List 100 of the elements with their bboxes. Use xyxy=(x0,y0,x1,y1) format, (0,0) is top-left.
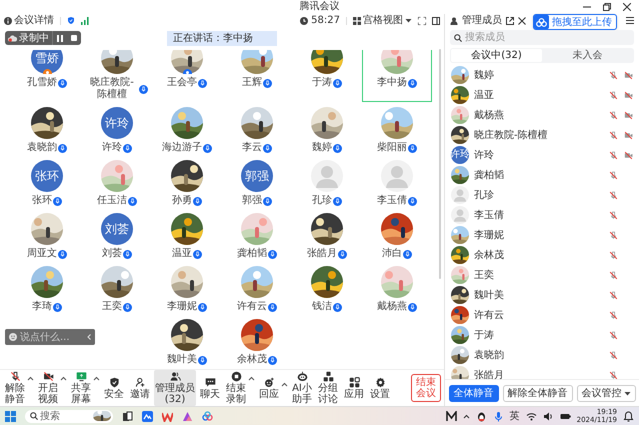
start-icon[interactable] xyxy=(5,410,16,422)
mic-muted-icon[interactable] xyxy=(609,70,618,80)
toolbar-button[interactable]: 解除静音 xyxy=(3,370,27,406)
view-dropdown[interactable]: 宫格视图 xyxy=(353,14,412,27)
member-row[interactable]: 余林茂 xyxy=(445,245,639,265)
mic-muted-icon[interactable] xyxy=(609,270,618,280)
mic-muted-icon[interactable] xyxy=(609,330,618,340)
mic-muted-icon[interactable] xyxy=(609,190,618,200)
toolbar-button[interactable]: 邀请 xyxy=(128,376,152,400)
toolbar-button[interactable]: 结束录制 xyxy=(224,370,248,406)
participant-tile[interactable]: 孙勇 xyxy=(152,160,222,208)
member-row[interactable]: 温亚 xyxy=(445,85,639,105)
participant-tile[interactable]: 钱洁 xyxy=(292,266,362,314)
microphone-icon[interactable] xyxy=(492,410,504,422)
popout-icon[interactable] xyxy=(506,16,514,24)
meeting-app-icon[interactable] xyxy=(142,410,153,422)
member-row[interactable]: 戴杨燕 xyxy=(445,105,639,125)
task-view-icon[interactable] xyxy=(122,410,133,422)
mic-muted-icon[interactable] xyxy=(609,210,618,220)
member-row[interactable]: 袁晓韵 xyxy=(445,345,639,365)
participant-tile[interactable]: 张环 张环 xyxy=(12,160,82,208)
toolbar-button[interactable]: 应用 xyxy=(342,376,366,400)
upload-hint-popup[interactable]: 拖拽至此上传 xyxy=(533,14,617,30)
meeting-control-dropdown[interactable]: 会议管控 xyxy=(576,384,636,402)
participant-tile[interactable]: 魏叶美 xyxy=(152,319,222,367)
camera-off-icon[interactable] xyxy=(624,70,633,80)
participant-tile[interactable]: 王会亭 xyxy=(152,50,222,102)
mic-muted-icon[interactable] xyxy=(609,310,618,320)
mic-muted-icon[interactable] xyxy=(609,130,618,140)
participant-tile[interactable]: 王奕 xyxy=(82,266,152,314)
participant-tile[interactable]: 李玉倩 xyxy=(362,160,432,208)
notification-icon[interactable] xyxy=(623,410,634,422)
participant-tile[interactable]: 温亚 xyxy=(152,213,222,261)
caret-icon[interactable] xyxy=(93,376,100,381)
toolbar-button[interactable]: 管理成员(32) xyxy=(154,370,196,406)
chat-input-field[interactable]: 说点什么... xyxy=(5,329,95,345)
collapse-icon[interactable] xyxy=(87,334,91,340)
member-row[interactable]: 魏婷 xyxy=(445,65,639,85)
wps-icon[interactable] xyxy=(162,410,173,422)
toolbar-button[interactable]: 共享屏幕 xyxy=(69,370,93,406)
member-row[interactable]: 王奕 xyxy=(445,265,639,285)
close-icon[interactable] xyxy=(623,3,631,11)
member-row[interactable]: 于涛 xyxy=(445,325,639,345)
participant-tile[interactable]: 李琦 xyxy=(12,266,82,314)
cloud-app-icon[interactable] xyxy=(202,410,213,422)
mute-all-button[interactable]: 全体静音 xyxy=(448,384,498,402)
toolbar-button[interactable]: 分组讨论 xyxy=(316,370,340,406)
wifi-icon[interactable] xyxy=(526,410,537,422)
toolbar-button[interactable]: 聊天 xyxy=(198,376,222,400)
menu-icon[interactable] xyxy=(626,17,634,24)
participant-tile[interactable]: 任玉洁 xyxy=(82,160,152,208)
search-field[interactable]: 搜索成员 xyxy=(450,30,634,45)
camera-off-icon[interactable] xyxy=(624,130,633,140)
tab[interactable]: 未入会 xyxy=(542,49,633,62)
participant-tile[interactable]: 孔珍 xyxy=(292,160,362,208)
mic-muted-icon[interactable] xyxy=(609,230,618,240)
participant-tile[interactable]: 海边游子 xyxy=(152,107,222,155)
participant-tile[interactable]: 王辉 xyxy=(222,50,292,102)
scrollbar[interactable] xyxy=(439,49,441,279)
participant-tile[interactable]: 沛白 xyxy=(362,213,432,261)
mic-muted-icon[interactable] xyxy=(609,150,618,160)
m-app-icon[interactable] xyxy=(446,410,457,422)
mic-muted-icon[interactable] xyxy=(609,90,618,100)
participant-tile[interactable]: 周亚文 xyxy=(12,213,82,261)
end-meeting-button[interactable]: 结束会议 xyxy=(411,374,441,402)
participant-tile[interactable]: 晓庄教院-陈檀檀 xyxy=(82,50,152,102)
member-row[interactable]: 张皓月 xyxy=(445,365,639,379)
restore-icon[interactable] xyxy=(603,3,611,11)
mic-muted-icon[interactable] xyxy=(609,110,618,120)
participant-tile[interactable]: 袁晓韵 xyxy=(12,107,82,155)
camera-off-icon[interactable] xyxy=(624,110,633,120)
participant-tile[interactable]: 龚柏韬 xyxy=(222,213,292,261)
participant-tile[interactable]: 于涛 xyxy=(292,50,362,102)
member-row[interactable]: 孔珍 xyxy=(445,185,639,205)
member-row[interactable]: 李珊妮 xyxy=(445,225,639,245)
caret-icon[interactable] xyxy=(462,414,470,418)
participant-tile[interactable]: 刘荟 刘荟 xyxy=(82,213,152,261)
toolbar-button[interactable]: AI小助手 xyxy=(290,370,314,406)
member-row[interactable]: 许有云 xyxy=(445,305,639,325)
camera-off-icon[interactable] xyxy=(624,90,633,100)
participant-tile[interactable]: 李珊妮 xyxy=(152,266,222,314)
unmute-all-button[interactable]: 解除全体静音 xyxy=(502,384,572,402)
member-row[interactable]: 晓庄教院-陈檀檀 xyxy=(445,125,639,145)
member-row[interactable]: 魏叶美 xyxy=(445,285,639,305)
participant-tile[interactable]: 许有云 xyxy=(222,266,292,314)
toolbar-button[interactable]: 安全 xyxy=(102,376,126,400)
emoji-icon[interactable] xyxy=(9,333,17,341)
caret-icon[interactable] xyxy=(281,382,288,386)
mic-muted-icon[interactable] xyxy=(609,290,618,300)
toolbar-button[interactable]: 设置 xyxy=(368,376,392,400)
mic-muted-icon[interactable] xyxy=(609,170,618,180)
participant-tile[interactable]: 许玲 许玲 xyxy=(82,107,152,155)
caret-icon[interactable] xyxy=(60,376,67,381)
fullscreen-icon[interactable] xyxy=(418,16,426,24)
meeting-details-button[interactable]: 会议详情 xyxy=(4,14,54,27)
tab[interactable]: 会议中(32) xyxy=(451,49,542,62)
input-method-indicator[interactable]: 英 xyxy=(510,409,520,423)
toolbar-button[interactable]: 回应 xyxy=(257,376,281,400)
shield-icon[interactable] xyxy=(67,16,75,25)
member-row[interactable]: 李玉倩 xyxy=(445,205,639,225)
